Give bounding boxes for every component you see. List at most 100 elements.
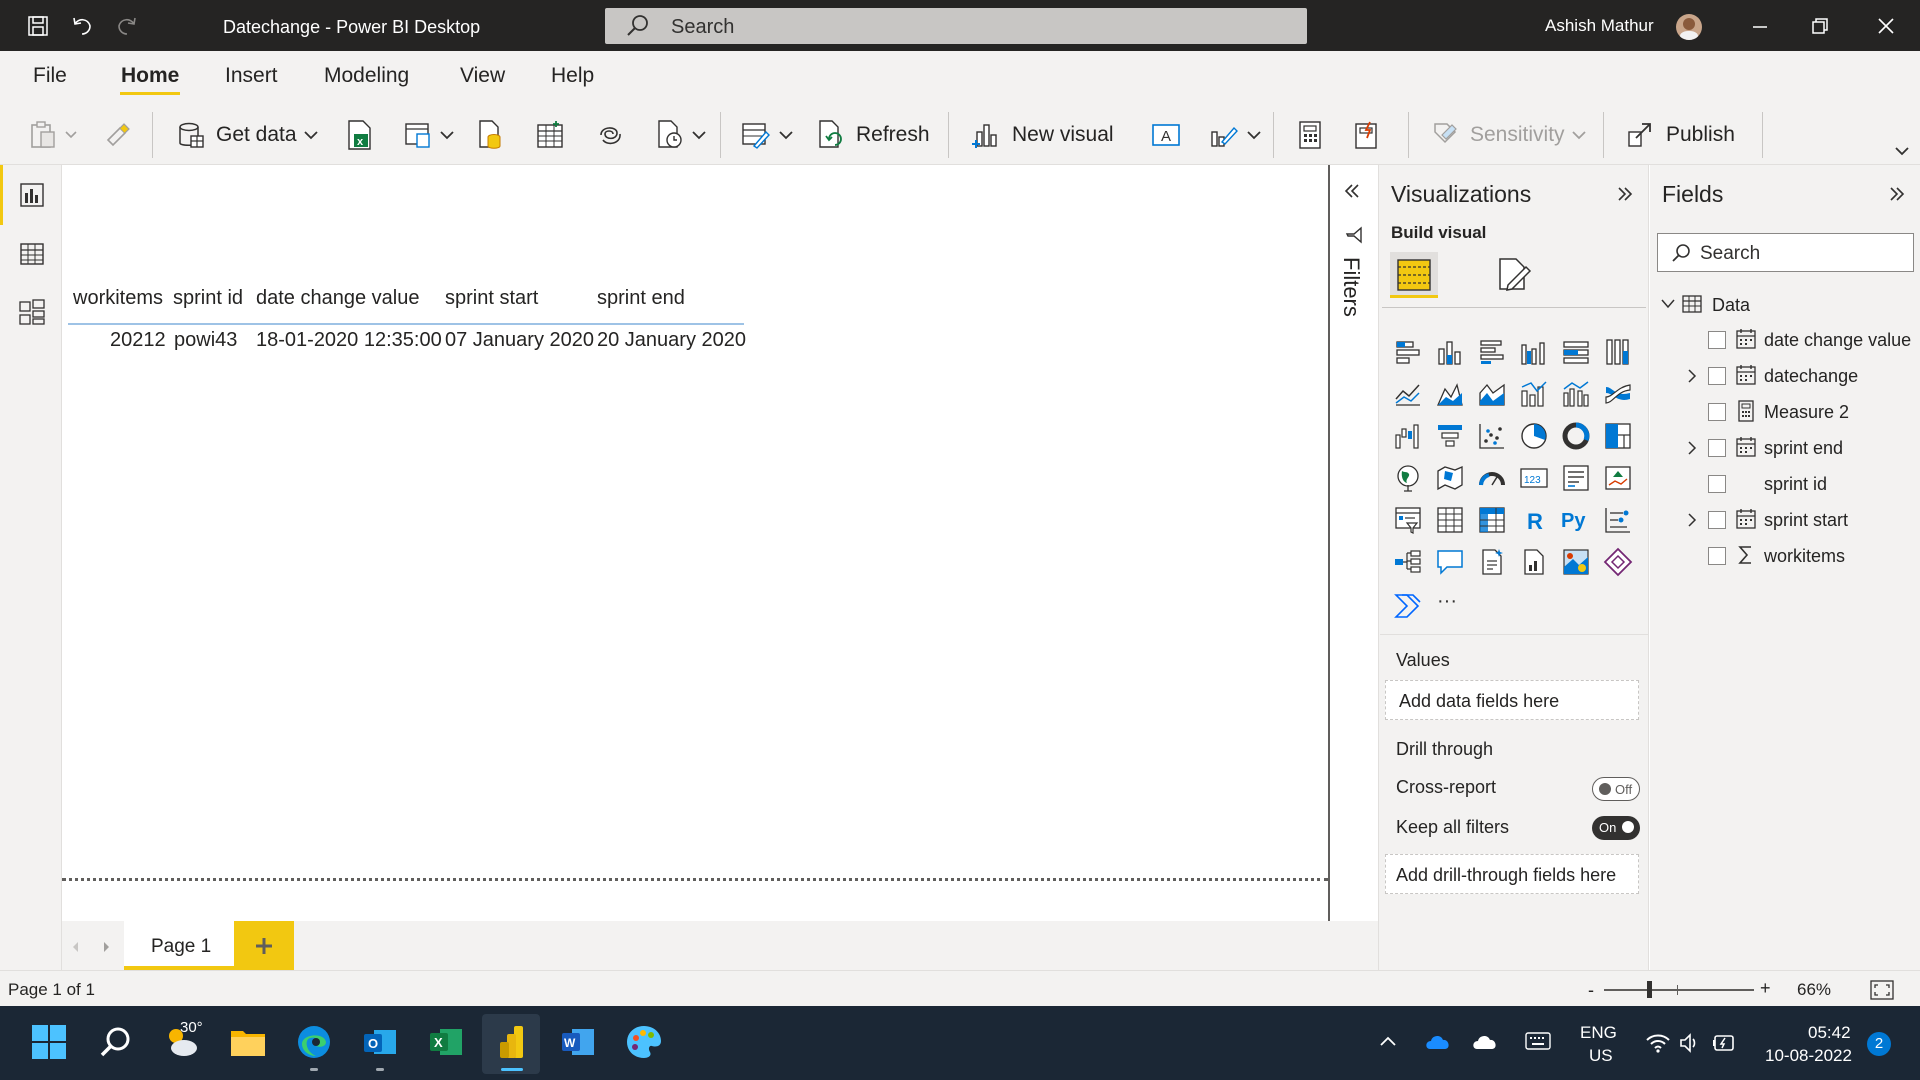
battery-icon[interactable] [1710,1033,1736,1053]
ribbon-chart-icon[interactable] [1603,379,1633,409]
clock-time[interactable]: 05:42 [1808,1023,1851,1043]
chevron-right-icon[interactable] [1686,440,1698,456]
column-header-sprint-end[interactable]: sprint end [597,287,685,310]
collapse-visualizations-icon[interactable] [1615,184,1635,204]
zoom-out-button[interactable]: - [1588,980,1594,1001]
values-well[interactable]: Add data fields here [1385,680,1639,720]
paint-icon[interactable] [624,1022,664,1062]
onedrive-personal-icon[interactable] [1470,1030,1500,1052]
outlook-icon[interactable]: O [360,1022,400,1062]
stacked-bar-chart-icon[interactable] [1393,337,1423,367]
refresh-button[interactable]: Refresh [816,117,930,153]
quick-measure-button[interactable] [1352,117,1382,153]
slicer-icon[interactable] [1393,505,1423,535]
line-and-stacked-column-icon[interactable] [1519,379,1549,409]
zoom-in-button[interactable]: + [1760,978,1771,999]
tab-view[interactable]: View [460,64,505,88]
map-icon[interactable] [1393,463,1423,493]
zoom-slider[interactable] [1604,989,1754,991]
excel-taskbar-icon[interactable]: X [426,1022,466,1062]
chevron-right-icon[interactable] [1686,512,1698,528]
zoom-slider-handle[interactable] [1647,981,1652,998]
show-hidden-icons-icon[interactable] [1378,1034,1398,1048]
more-visuals-ellipsis[interactable]: ··· [1437,590,1457,613]
clustered-bar-chart-icon[interactable] [1477,337,1507,367]
gauge-icon[interactable] [1477,463,1507,493]
expand-filters-icon[interactable] [1342,181,1362,201]
transform-data-button[interactable] [740,117,794,153]
area-chart-icon[interactable] [1435,379,1465,409]
clock-date[interactable]: 10-08-2022 [1765,1046,1852,1066]
page-tab-page-1[interactable]: Page 1 [124,921,234,970]
file-explorer-icon[interactable] [228,1022,268,1062]
collapse-fields-icon[interactable] [1887,184,1907,204]
matrix-icon[interactable] [1477,505,1507,535]
multi-row-card-icon[interactable] [1561,463,1591,493]
tab-home[interactable]: Home [121,64,179,88]
scatter-chart-icon[interactable] [1477,421,1507,451]
fields-search-input[interactable]: Search [1657,233,1914,272]
card-icon[interactable]: 123 [1519,463,1549,493]
100-stacked-bar-chart-icon[interactable] [1561,337,1591,367]
volume-icon[interactable] [1678,1032,1702,1054]
wifi-icon[interactable] [1645,1032,1671,1054]
tab-insert[interactable]: Insert [225,64,278,88]
minimize-icon[interactable] [1748,14,1772,38]
user-name[interactable]: Ashish Mathur [1545,16,1654,36]
keep-all-filters-toggle[interactable]: On [1592,816,1640,840]
drill-through-well[interactable]: Add drill-through fields here [1385,854,1639,894]
report-canvas[interactable] [62,165,1328,921]
qa-visual-icon[interactable] [1435,547,1465,577]
power-automate-icon[interactable] [1393,589,1423,619]
add-page-button[interactable] [234,921,294,970]
stacked-column-chart-icon[interactable] [1435,337,1465,367]
filters-label[interactable]: Filters [1339,257,1364,317]
data-hub-button[interactable] [403,117,455,153]
field-checkbox[interactable] [1708,439,1726,457]
field-checkbox[interactable] [1708,331,1726,349]
edge-icon[interactable] [294,1022,334,1062]
sql-server-button[interactable] [476,117,506,153]
avatar[interactable] [1676,14,1702,40]
field-item[interactable]: datechange [1660,361,1920,391]
field-checkbox[interactable] [1708,511,1726,529]
decomposition-tree-icon[interactable] [1393,547,1423,577]
keyboard-icon[interactable] [1525,1032,1551,1050]
onedrive-icon[interactable] [1423,1030,1453,1052]
line-and-clustered-column-icon[interactable] [1561,379,1591,409]
publish-button[interactable]: Publish [1626,117,1735,153]
tab-file[interactable]: File [33,64,67,88]
pie-chart-icon[interactable] [1519,421,1549,451]
chevron-right-icon[interactable] [1686,368,1698,384]
field-item[interactable]: sprint id [1660,469,1920,499]
language-region[interactable]: US [1589,1046,1613,1066]
new-measure-button[interactable] [1296,117,1324,153]
collapse-ribbon-icon[interactable] [1894,146,1910,156]
next-page-icon[interactable] [102,940,112,954]
funnel-icon[interactable] [1435,421,1465,451]
column-header-sprint-start[interactable]: sprint start [445,287,538,310]
data-view-icon[interactable] [18,240,46,268]
text-box-button[interactable]: A [1150,117,1182,153]
excel-workbook-button[interactable]: x [345,117,375,153]
power-bi-taskbar-icon[interactable] [492,1022,532,1062]
100-stacked-column-chart-icon[interactable] [1603,337,1633,367]
tab-help[interactable]: Help [551,64,594,88]
format-visual-tab[interactable] [1494,255,1534,295]
clustered-column-chart-icon[interactable] [1519,337,1549,367]
cross-report-toggle[interactable]: Off [1592,777,1640,801]
python-visual-icon[interactable]: Py [1561,505,1591,535]
recent-sources-button[interactable] [655,117,707,153]
field-item[interactable]: Measure 2 [1660,397,1920,427]
build-visual-tab[interactable] [1390,252,1438,298]
treemap-icon[interactable] [1603,421,1633,451]
field-item[interactable]: date change value [1660,325,1920,355]
search-input[interactable]: Search [605,8,1307,44]
power-apps-icon[interactable] [1603,547,1633,577]
stacked-area-chart-icon[interactable] [1477,379,1507,409]
chevron-down-icon[interactable] [1660,298,1676,310]
windows-start-icon[interactable] [29,1022,69,1062]
word-icon[interactable]: W [558,1022,598,1062]
new-visual-button[interactable]: New visual [972,117,1114,153]
save-icon[interactable] [26,14,50,38]
